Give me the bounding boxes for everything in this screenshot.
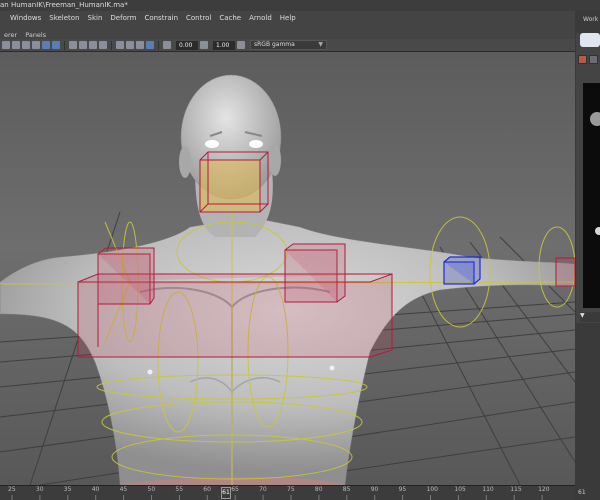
side-brush-icon[interactable] bbox=[578, 55, 587, 64]
exposure-field[interactable]: 0.00 bbox=[176, 40, 198, 50]
tick-label: 30 bbox=[35, 486, 44, 493]
left-shoulder-box bbox=[97, 247, 155, 305]
window-title: an HumanIK\Freeman_HumanIK.ma* bbox=[0, 0, 600, 11]
menu-cache[interactable]: Cache bbox=[215, 11, 245, 25]
lights-icon[interactable] bbox=[69, 41, 77, 49]
color-space-select[interactable]: sRGB gamma ▼ bbox=[250, 40, 327, 50]
menu-skeleton[interactable]: Skeleton bbox=[45, 11, 83, 25]
preview-sphere bbox=[590, 112, 600, 126]
menu-deform[interactable]: Deform bbox=[106, 11, 140, 25]
viewport-toolbar: 0.00 1.00 sRGB gamma ▼ bbox=[0, 39, 575, 52]
resolution-gate-icon[interactable] bbox=[126, 41, 134, 49]
tick-label: 65 bbox=[231, 486, 239, 493]
right-shoulder-box bbox=[284, 243, 346, 303]
side-preview-svg bbox=[590, 112, 600, 235]
motion-blur-icon[interactable] bbox=[99, 41, 107, 49]
side-preview-area bbox=[583, 83, 600, 308]
time-slider[interactable]: 25 30 35 40 45 50 55 60 65 70 75 80 85 90 95 100 105 110 1… bbox=[0, 485, 575, 500]
effector-box bbox=[443, 256, 481, 285]
tick-label: 70 bbox=[259, 486, 267, 493]
grid-icon[interactable] bbox=[116, 41, 124, 49]
safe-action-icon[interactable] bbox=[146, 41, 154, 49]
workspace-label[interactable]: Work bbox=[583, 16, 598, 23]
side-collapse-button[interactable]: ▼ bbox=[580, 312, 600, 322]
textured-icon[interactable] bbox=[32, 41, 40, 49]
chevron-down-icon: ▼ bbox=[318, 41, 323, 48]
side-logo-icon[interactable] bbox=[580, 33, 600, 47]
side-pen-icon[interactable] bbox=[589, 55, 598, 64]
tick-label: 100 bbox=[426, 486, 438, 493]
tick-label: 75 bbox=[287, 486, 295, 493]
tick-label: 110 bbox=[482, 486, 494, 493]
tick-label: 120 bbox=[538, 486, 550, 493]
menu-skin[interactable]: Skin bbox=[84, 11, 107, 25]
tick-label: 80 bbox=[314, 486, 323, 493]
tick-label: 45 bbox=[119, 486, 128, 493]
tick-label: 50 bbox=[147, 486, 156, 493]
color-management-icon[interactable] bbox=[237, 41, 245, 49]
current-frame-marker[interactable]: 61 bbox=[221, 487, 231, 499]
ambient-occlusion-icon[interactable] bbox=[89, 41, 97, 49]
menu-constrain[interactable]: Constrain bbox=[140, 11, 182, 25]
viewport-scene bbox=[0, 74, 575, 485]
right-hand-box bbox=[555, 257, 575, 287]
color-space-value: sRGB gamma bbox=[254, 41, 295, 48]
xray-joints-icon[interactable] bbox=[42, 41, 50, 49]
toolbar-divider bbox=[64, 40, 65, 50]
isolate-select-icon[interactable] bbox=[52, 41, 60, 49]
tick-marks bbox=[11, 495, 543, 500]
tick-label: 55 bbox=[175, 486, 184, 493]
tick-label: 60 bbox=[203, 486, 211, 493]
tick-label: 35 bbox=[63, 486, 72, 493]
shadows-icon[interactable] bbox=[79, 41, 87, 49]
toolbar-divider bbox=[158, 40, 159, 50]
smooth-shade-icon[interactable] bbox=[22, 41, 30, 49]
maya-window: an HumanIK\Freeman_HumanIK.ma* Windows S… bbox=[0, 0, 600, 500]
tick-label: 115 bbox=[510, 486, 522, 493]
toolbar-divider bbox=[111, 40, 112, 50]
preview-dot bbox=[595, 227, 600, 235]
menu-windows[interactable]: Windows bbox=[6, 11, 45, 25]
gamma-field[interactable]: 1.00 bbox=[213, 40, 235, 50]
camera-icon[interactable] bbox=[2, 41, 10, 49]
hik-joint-boxes bbox=[77, 151, 575, 358]
film-gate-icon[interactable] bbox=[136, 41, 144, 49]
gamma-icon[interactable] bbox=[200, 41, 208, 49]
tick-label: 90 bbox=[370, 486, 379, 493]
3d-viewport[interactable] bbox=[0, 52, 575, 485]
main-menubar: Windows Skeleton Skin Deform Constrain C… bbox=[0, 11, 575, 25]
menu-control[interactable]: Control bbox=[182, 11, 215, 25]
current-frame-field[interactable]: 61 bbox=[575, 485, 600, 500]
head-joint-box bbox=[199, 151, 269, 213]
wireframe-icon[interactable] bbox=[12, 41, 20, 49]
exposure-icon[interactable] bbox=[163, 41, 171, 49]
tick-label: 105 bbox=[454, 486, 466, 493]
tick-label: 25 bbox=[8, 486, 16, 493]
tick-label: 85 bbox=[342, 486, 351, 493]
tick-label: 95 bbox=[398, 486, 407, 493]
menu-arnold[interactable]: Arnold bbox=[245, 11, 276, 25]
tick-label: 40 bbox=[91, 486, 100, 493]
menu-help[interactable]: Help bbox=[276, 11, 300, 25]
